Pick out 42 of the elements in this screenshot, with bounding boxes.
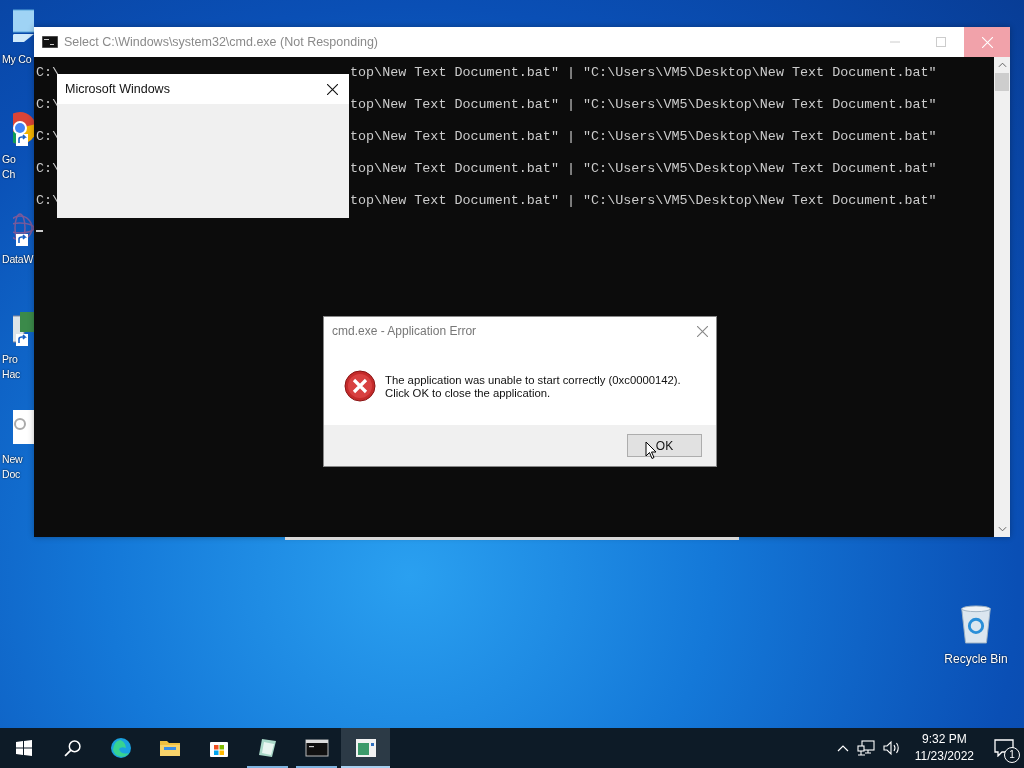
clock-time[interactable]: 9:32 PM <box>922 731 967 748</box>
icon-label: New Doc <box>1 452 23 482</box>
close-icon <box>696 325 708 337</box>
scroll-down-icon[interactable] <box>997 526 1007 532</box>
error-message: Click OK to close the application. <box>385 387 552 400</box>
window-title: Microsoft Windows <box>65 82 170 96</box>
ok-button[interactable]: OK <box>627 434 702 457</box>
close-icon <box>981 36 993 48</box>
icon-label: Go Ch <box>1 152 16 182</box>
notification-count: 1 <box>1004 747 1020 763</box>
chevron-up-icon[interactable] <box>836 744 849 752</box>
scrollbar[interactable] <box>994 57 1010 537</box>
console-text: top\New Text Document.bat" | "C:\Users\VM5\Desktop\New Text Document.bat" <box>350 65 937 82</box>
icon-label: Pro Hac <box>1 352 21 382</box>
window-title: Select C:\Windows\system32\cmd.exe (Not Responding) <box>64 35 378 49</box>
scroll-up-icon[interactable] <box>997 62 1007 68</box>
app-taskbar-button[interactable] <box>341 728 390 768</box>
windows-logo-icon <box>16 740 32 756</box>
notifications-icon[interactable] <box>994 739 1014 757</box>
app-icon <box>353 736 378 760</box>
console-icon <box>304 736 329 760</box>
scroll-thumb[interactable] <box>995 73 1009 91</box>
icon-label: My Co <box>1 52 32 67</box>
mouse-cursor-icon <box>645 441 657 460</box>
icon-label: Recycle Bin <box>944 652 1008 666</box>
console-text: top\New Text Document.bat" | "C:\Users\VM5\Desktop\New Text Document.bat" <box>350 129 937 146</box>
console-text: top\New Text Document.bat" | "C:\Users\VM5\Desktop\New Text Document.bat" <box>350 161 937 178</box>
error-icon <box>344 370 376 402</box>
maximize-icon <box>936 37 946 47</box>
console-text: top\New Text Document.bat" | "C:\Users\VM5\Desktop\New Text Document.bat" <box>350 193 937 210</box>
search-icon <box>63 739 81 757</box>
console-text: top\New Text Document.bat" | "C:\Users\VM5\Desktop\New Text Document.bat" <box>350 97 937 114</box>
icon-label: DataW <box>1 252 34 267</box>
console-icon <box>42 36 58 48</box>
clock-date[interactable]: 11/23/2022 <box>914 748 974 765</box>
text-cursor <box>36 230 43 232</box>
dialog-title: cmd.exe - Application Error <box>332 324 477 338</box>
browser-icon <box>108 736 133 760</box>
network-icon[interactable] <box>856 740 875 756</box>
close-icon <box>326 83 338 95</box>
volume-icon[interactable] <box>882 740 901 756</box>
error-message: The application was unable to start correctly (0xc0000142). <box>385 374 681 387</box>
